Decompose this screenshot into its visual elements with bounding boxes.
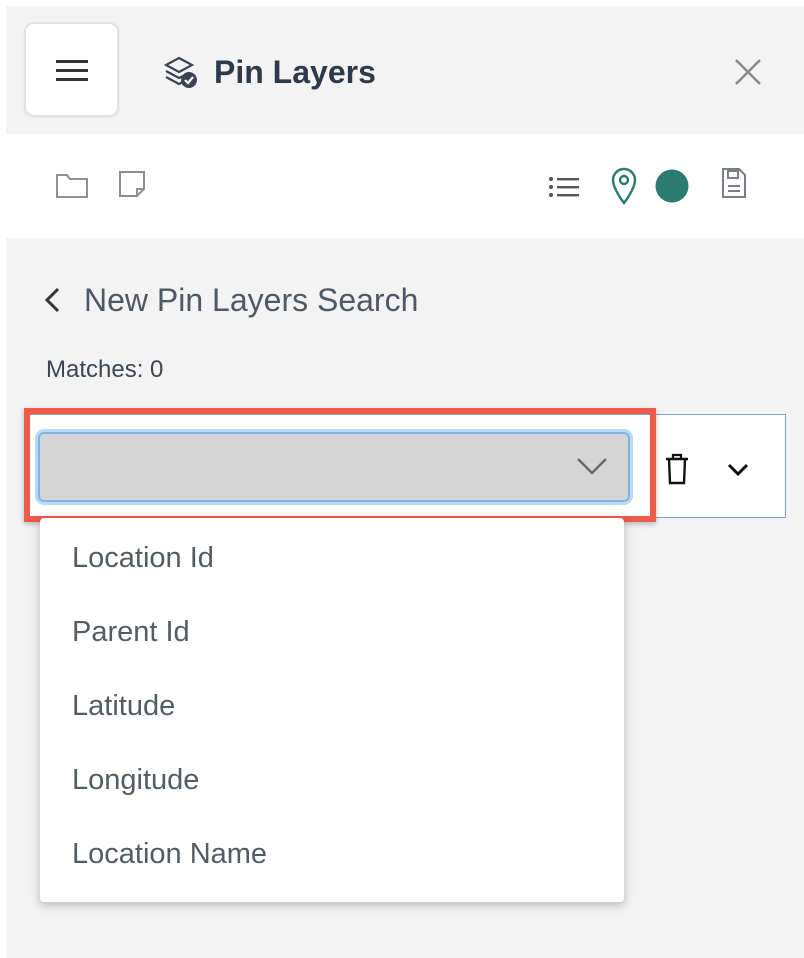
menu-button[interactable]: [24, 22, 119, 117]
field-select[interactable]: [38, 432, 630, 502]
save-icon: [722, 168, 746, 198]
note-button[interactable]: [116, 168, 148, 200]
folder-icon: [56, 174, 88, 198]
dropdown-option[interactable]: Parent Id: [72, 612, 190, 652]
color-circle-icon: [655, 169, 689, 203]
search-header: New Pin Layers Search: [42, 278, 418, 322]
trash-icon: [666, 453, 688, 485]
close-icon: [735, 59, 761, 85]
panel-title-group: Pin Layers: [164, 50, 376, 94]
search-title: New Pin Layers Search: [84, 281, 419, 318]
dropdown-option[interactable]: Longitude: [72, 760, 199, 800]
folder-button[interactable]: [54, 170, 90, 200]
toolbar: [6, 134, 804, 238]
list-icon: [549, 177, 579, 197]
panel-header: Pin Layers: [6, 6, 804, 134]
map-pin-button[interactable]: [608, 166, 640, 206]
delete-filter-button[interactable]: [662, 452, 692, 486]
expand-filter-button[interactable]: [724, 456, 752, 484]
dropdown-option[interactable]: Latitude: [72, 686, 175, 726]
page-title: Pin Layers: [214, 53, 376, 90]
pin-color-button[interactable]: [654, 168, 690, 204]
pin-layers-panel: Pin Layers New Pin Layers Search Matches…: [6, 6, 804, 958]
field-dropdown-menu: Location Id Parent Id Latitude Longitude…: [40, 518, 624, 902]
save-button[interactable]: [720, 166, 748, 200]
chevron-down-icon: [577, 458, 607, 475]
hamburger-icon: [55, 59, 88, 81]
chevron-down-icon: [727, 463, 749, 477]
note-icon: [119, 171, 145, 197]
chevron-left-icon[interactable]: [42, 286, 62, 314]
dropdown-option[interactable]: Location Name: [72, 834, 267, 874]
dropdown-option[interactable]: Location Id: [72, 538, 214, 578]
list-button[interactable]: [548, 174, 580, 200]
close-button[interactable]: [730, 54, 766, 90]
matches-count: Matches: 0: [46, 356, 164, 383]
layers-check-icon: [164, 56, 197, 88]
map-pin-icon: [611, 167, 637, 205]
